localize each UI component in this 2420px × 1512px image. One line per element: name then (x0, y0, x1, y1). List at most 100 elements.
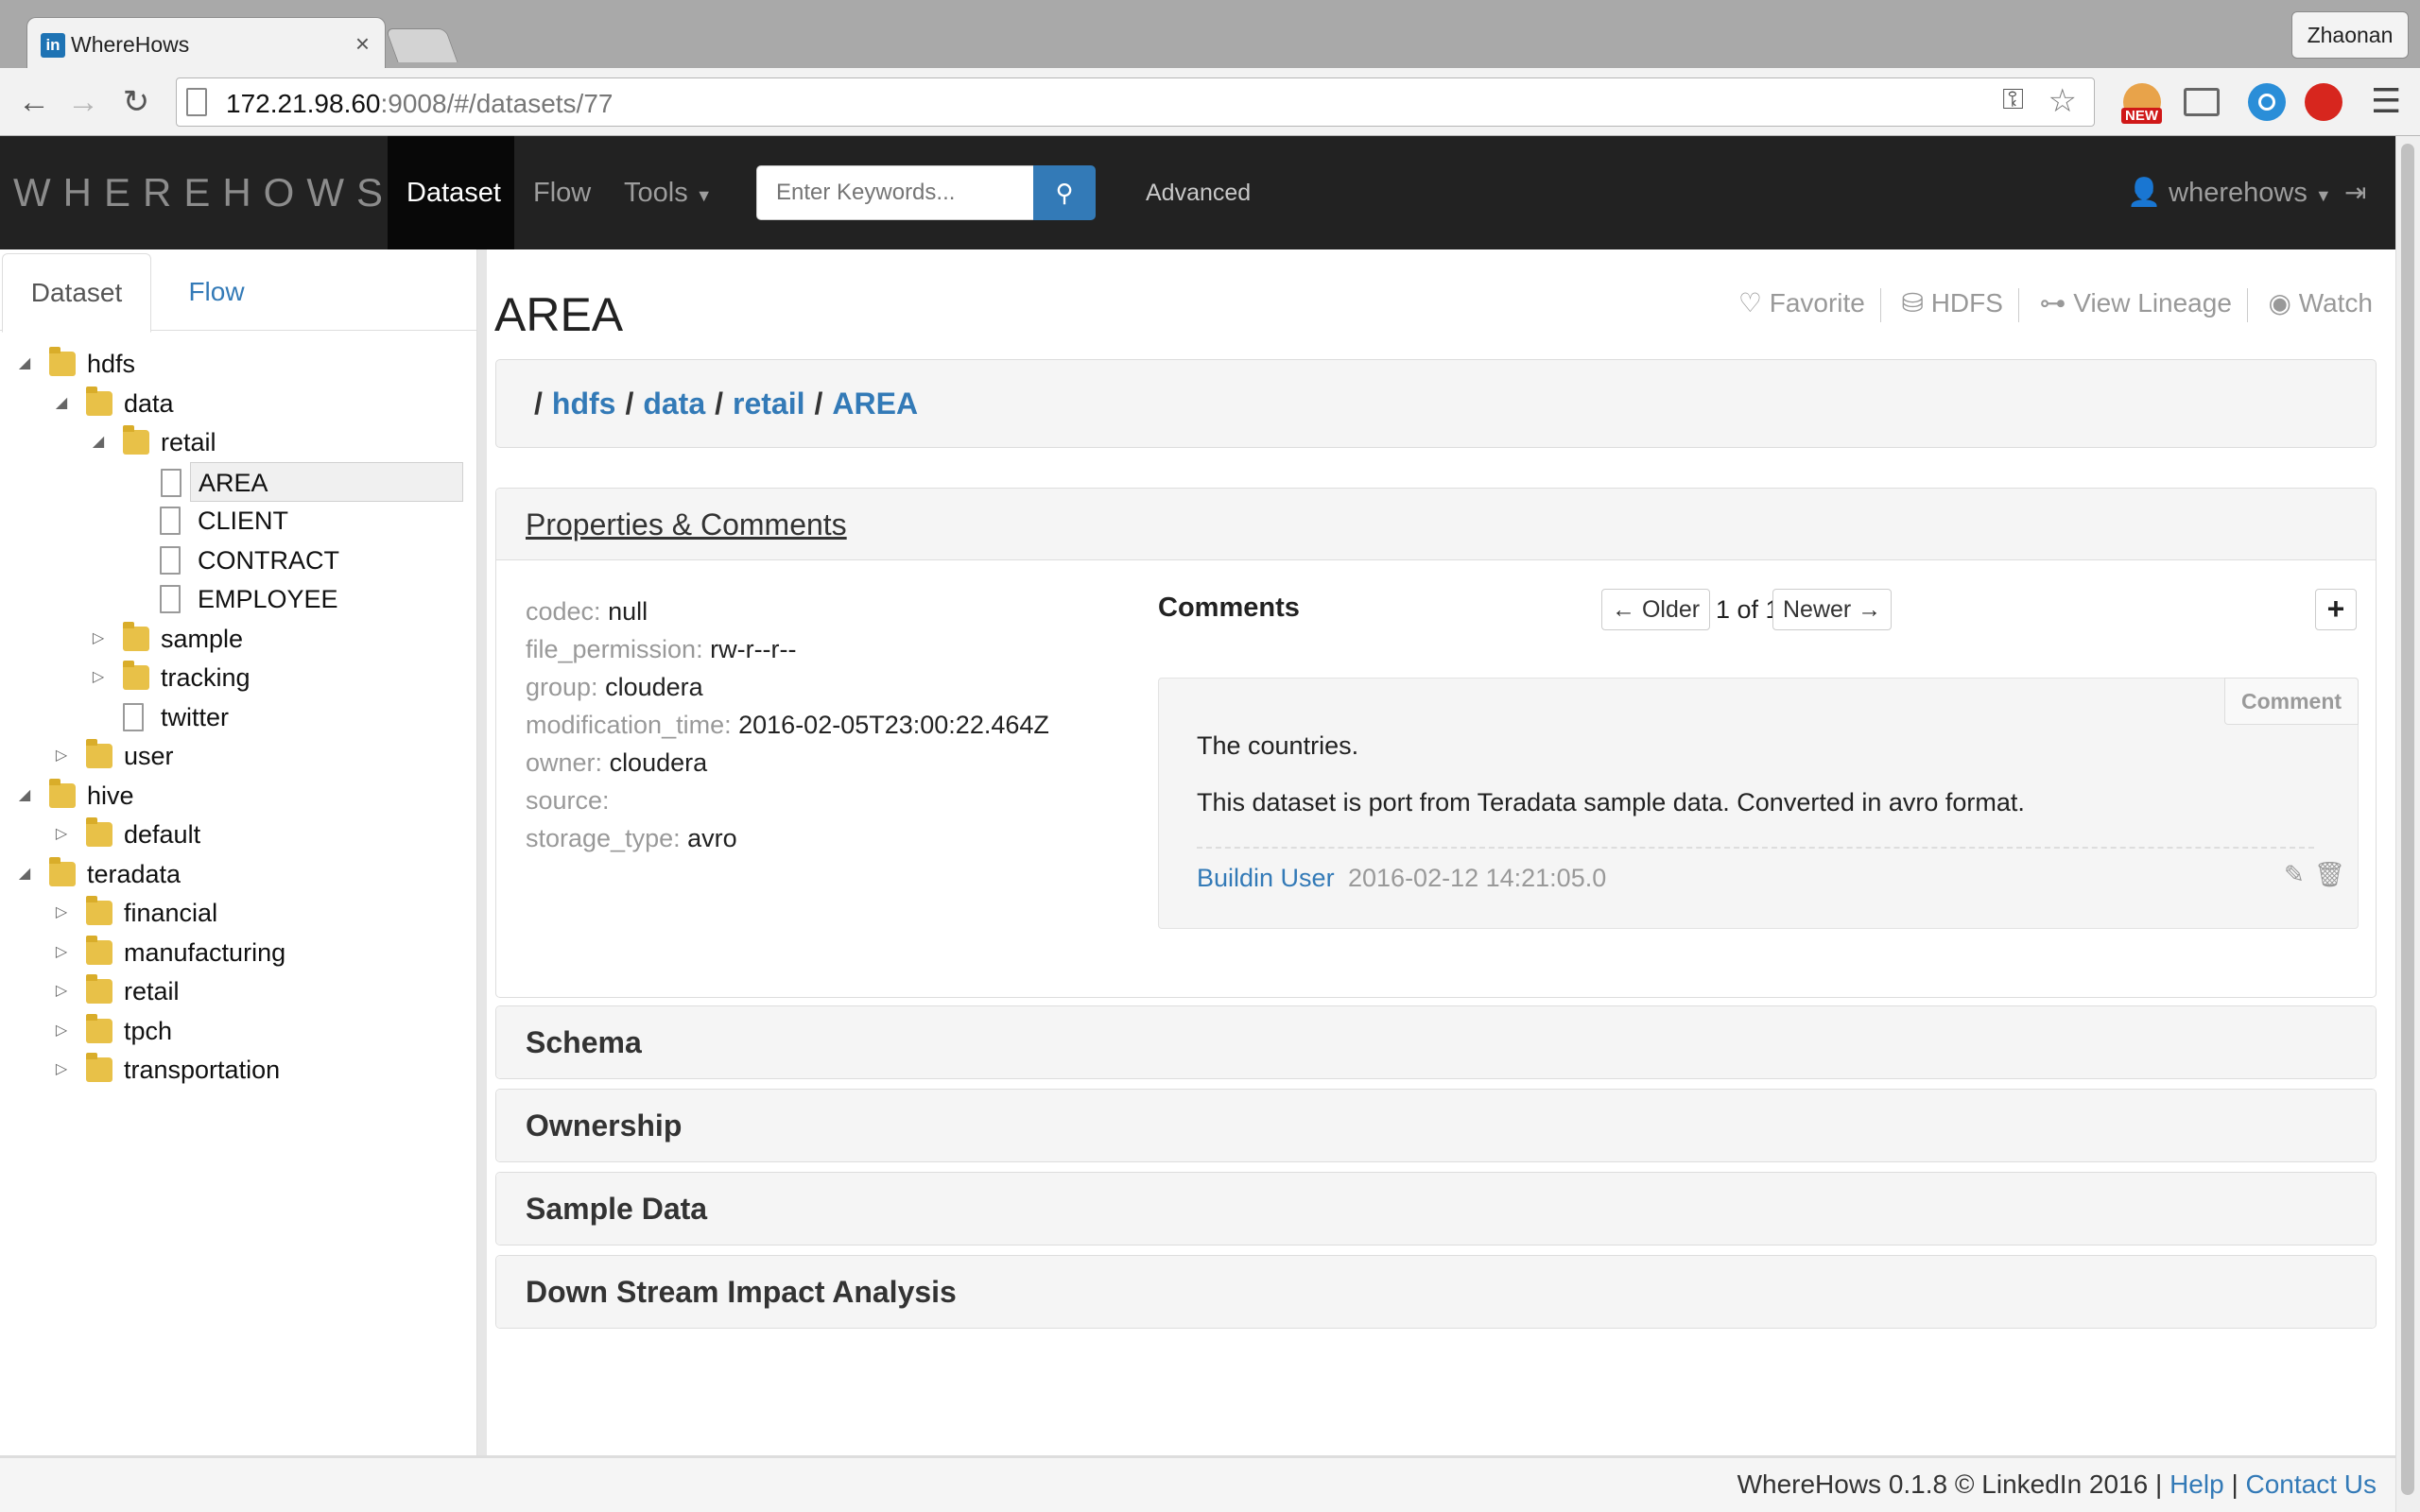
advanced-search-link[interactable]: Advanced (1127, 136, 1270, 249)
user-menu[interactable]: 👤 wherehows ▼ (2127, 136, 2332, 249)
tree-item[interactable]: ▷ user (0, 736, 477, 776)
reload-icon[interactable]: ↻ (117, 83, 155, 121)
menu-icon[interactable]: ☰ (2371, 81, 2401, 121)
edit-icon[interactable]: ✎ (2284, 860, 2305, 889)
nav-dataset[interactable]: Dataset (388, 136, 514, 249)
sample-data-panel[interactable]: Sample Data (495, 1172, 2377, 1246)
key-icon[interactable]: ⚿ (2002, 84, 2024, 116)
newer-button[interactable]: Newer → (1772, 589, 1893, 630)
property-value: avro (687, 824, 737, 852)
breadcrumb-retail[interactable]: retail (733, 387, 804, 421)
collapsed-arrow-icon[interactable]: ▷ (52, 893, 71, 933)
tree-item[interactable]: ▷ manufacturing (0, 933, 477, 972)
property-key: group: (526, 673, 598, 701)
tree-item-label: AREA (199, 469, 268, 497)
tree-item[interactable]: ▷ financial (0, 893, 477, 933)
tree-item[interactable]: EMPLOYEE (0, 579, 477, 619)
tree-item[interactable]: twitter (0, 697, 477, 737)
sample-data-panel-heading[interactable]: Sample Data (496, 1173, 2376, 1245)
tree-item[interactable]: ▷ retail (0, 971, 477, 1011)
profile-button[interactable]: Zhaonan (2291, 11, 2409, 59)
view-lineage-button[interactable]: ⊶ View Lineage (2040, 287, 2232, 318)
splitter[interactable] (477, 249, 487, 1455)
expanded-arrow-icon[interactable]: ◢ (15, 776, 34, 816)
schema-panel-heading[interactable]: Schema (496, 1006, 2376, 1078)
tree-item-label: tracking (161, 663, 251, 692)
folder-icon (49, 779, 76, 808)
favorite-button[interactable]: ♡ Favorite (1738, 287, 1865, 318)
tab-dataset[interactable]: Dataset (2, 253, 151, 333)
expanded-arrow-icon[interactable]: ◢ (15, 854, 34, 894)
search-input[interactable] (756, 165, 1034, 220)
contact-us-link[interactable]: Contact Us (2246, 1469, 2377, 1499)
expanded-arrow-icon[interactable]: ◢ (89, 422, 108, 462)
breadcrumb-area[interactable]: AREA (832, 387, 918, 421)
ownership-panel[interactable]: Ownership (495, 1089, 2377, 1162)
vertical-scrollbar[interactable] (2395, 136, 2420, 1512)
watch-button[interactable]: ◉ Watch (2268, 287, 2373, 318)
properties-panel-heading[interactable]: Properties & Comments (496, 489, 2376, 560)
ownership-panel-heading[interactable]: Ownership (496, 1090, 2376, 1161)
downstream-impact-panel-heading[interactable]: Down Stream Impact Analysis (496, 1256, 2376, 1328)
nav-tools-dropdown[interactable]: Tools ▼ (605, 136, 732, 249)
downstream-impact-panel[interactable]: Down Stream Impact Analysis (495, 1255, 2377, 1329)
scrollbar-thumb[interactable] (2401, 144, 2414, 1495)
tree-item[interactable]: ◢ data (0, 384, 477, 423)
collapsed-arrow-icon[interactable]: ▷ (52, 736, 71, 776)
collapsed-arrow-icon[interactable]: ▷ (52, 933, 71, 972)
tab-title: WhereHows (71, 32, 190, 57)
help-link[interactable]: Help (2169, 1469, 2224, 1499)
tree-item[interactable]: ◢ hive (0, 776, 477, 816)
close-icon[interactable]: × (355, 29, 370, 59)
collapsed-arrow-icon[interactable]: ▷ (89, 658, 108, 697)
add-comment-button[interactable]: + (2315, 589, 2357, 630)
tree-item[interactable]: ▷ transportation (0, 1050, 477, 1090)
tree-item[interactable]: ▷ tpch (0, 1011, 477, 1051)
extension-circle-icon[interactable] (2248, 83, 2286, 121)
new-tab-button[interactable] (385, 28, 458, 62)
tree-item[interactable]: CLIENT (0, 501, 477, 541)
address-bar[interactable]: 172.21.98.60:9008/#/datasets/77 ⚿ ☆ (176, 77, 2095, 127)
nav-flow[interactable]: Flow (514, 136, 610, 249)
tree-item[interactable]: ◢ hdfs (0, 344, 477, 384)
breadcrumb-hdfs[interactable]: hdfs (552, 387, 616, 421)
hdfs-button[interactable]: ⛁ HDFS (1901, 287, 2002, 318)
collapsed-arrow-icon[interactable]: ▷ (89, 619, 108, 659)
collapsed-arrow-icon[interactable]: ▷ (52, 1050, 71, 1090)
property-row: file_permission: rw-r--r-- (526, 630, 1049, 668)
tree-item[interactable]: ◢ teradata (0, 854, 477, 894)
collapsed-arrow-icon[interactable]: ▷ (52, 1011, 71, 1051)
tree-item[interactable]: ◢ retail (0, 422, 477, 462)
older-button[interactable]: ← Older (1601, 589, 1711, 630)
logout-icon[interactable]: ⇥ (2344, 136, 2366, 249)
expanded-arrow-icon[interactable]: ◢ (15, 344, 34, 384)
collapsed-arrow-icon[interactable]: ▷ (52, 815, 71, 854)
breadcrumb-data[interactable]: data (643, 387, 705, 421)
search-button[interactable]: ⚲ (1033, 165, 1096, 220)
dataset-actions: ♡ Favorite ⛁ HDFS ⊶ View Lineage ◉ Watch (1733, 287, 2373, 322)
comment-author-link[interactable]: Buildin User (1197, 864, 1335, 893)
tree-item[interactable]: ▷ default (0, 815, 477, 854)
tree-item[interactable]: AREA (161, 462, 463, 502)
browser-tab[interactable]: in WhereHows × (26, 17, 386, 70)
forward-arrow-icon[interactable]: → (64, 83, 102, 121)
schema-panel[interactable]: Schema (495, 1005, 2377, 1079)
collapsed-arrow-icon[interactable]: ▷ (52, 971, 71, 1011)
folder-icon (123, 425, 149, 455)
trash-icon[interactable]: 🗑 (2314, 860, 2345, 889)
brand-logo[interactable]: WHEREHOWS (13, 170, 395, 215)
back-arrow-icon[interactable]: ← (15, 83, 53, 121)
caret-down-icon: ▼ (695, 186, 713, 205)
cast-icon[interactable] (2184, 88, 2220, 116)
expanded-arrow-icon[interactable]: ◢ (52, 384, 71, 423)
properties-title[interactable]: Properties & Comments (526, 507, 847, 541)
property-key: codec: (526, 597, 601, 626)
database-icon: ⛁ (1901, 288, 1924, 318)
folder-icon (86, 817, 112, 847)
tree-item[interactable]: ▷ tracking (0, 658, 477, 697)
tree-item[interactable]: CONTRACT (0, 541, 477, 580)
bookmark-star-icon[interactable]: ☆ (2048, 82, 2077, 120)
adblock-hand-icon[interactable] (2305, 83, 2342, 121)
tab-flow[interactable]: Flow (155, 253, 278, 333)
tree-item[interactable]: ▷ sample (0, 619, 477, 659)
